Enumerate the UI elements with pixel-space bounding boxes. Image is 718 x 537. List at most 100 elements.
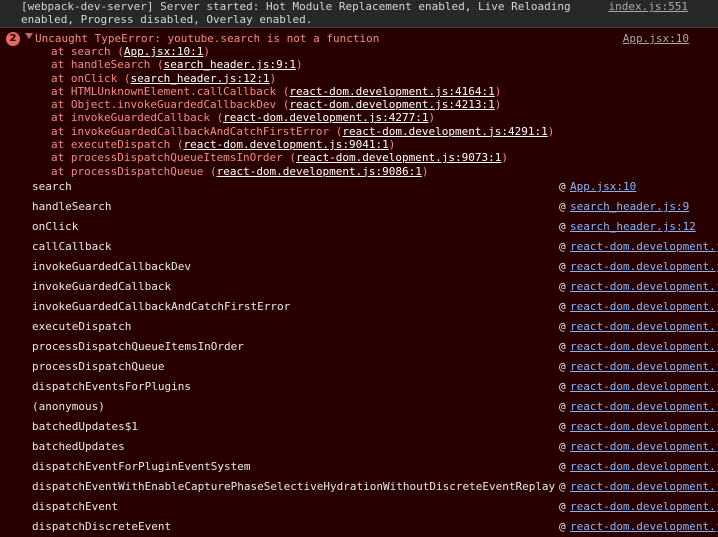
call-frame-row[interactable]: dispatchEventsForPlugins @ react-dom.devel… bbox=[0, 377, 718, 397]
stack-trace-line: at Object.invokeGuardedCallbackDev (reac… bbox=[51, 98, 554, 111]
call-frame-at-symbol: @ bbox=[559, 440, 566, 453]
call-frame-at-symbol: @ bbox=[559, 180, 566, 193]
call-frame-function: invokeGuardedCallback bbox=[32, 280, 172, 293]
stack-trace-location-link[interactable]: react-dom.development.js:4213:1 bbox=[289, 98, 494, 111]
call-frame-at-symbol: @ bbox=[559, 300, 566, 313]
call-frame-row[interactable]: callCallback @ react-dom.development.js bbox=[0, 237, 718, 257]
call-frame-function: dispatchEventWithEnableCapturePhaseSelec… bbox=[32, 480, 556, 493]
error-stack-trace: at search (App.jsx:10:1) at handleSearch … bbox=[51, 45, 554, 178]
call-frame-row[interactable]: dispatchEvent @ react-dom.development.js bbox=[0, 497, 718, 517]
call-frame-at-symbol: @ bbox=[559, 520, 566, 533]
stack-trace-function: at HTMLUnknownElement.callCallback ( bbox=[51, 84, 290, 98]
call-frame-function: callCallback bbox=[32, 240, 112, 253]
call-stack-frames: search @ App.jsx:10 handleSearch @ search_hea… bbox=[0, 177, 718, 537]
call-frame-at-symbol: @ bbox=[559, 280, 566, 293]
call-frame-source-link[interactable]: react-dom.development.js bbox=[570, 260, 718, 274]
error-count-badge: 2 bbox=[6, 32, 20, 46]
call-frame-function: handleSearch bbox=[32, 200, 112, 213]
call-frame-row[interactable]: executeDispatch @ react-dom.development.js bbox=[0, 317, 718, 337]
stack-trace-location-link[interactable]: react-dom.development.js:9073:1 bbox=[296, 151, 501, 164]
info-source-link[interactable]: index.js:551 bbox=[609, 0, 688, 13]
stack-trace-close-paren: ) bbox=[547, 124, 555, 138]
stack-trace-location-link[interactable]: react-dom.development.js:9086:1 bbox=[217, 165, 422, 178]
stack-trace-location-link[interactable]: react-dom.development.js:9041:1 bbox=[183, 138, 388, 151]
stack-trace-location-link[interactable]: search_header.js:12:1 bbox=[130, 72, 269, 85]
call-frame-function: invokeGuardedCallbackDev bbox=[32, 260, 191, 273]
call-frame-function: batchedUpdates bbox=[32, 440, 125, 453]
call-frame-row[interactable]: search @ App.jsx:10 bbox=[0, 177, 718, 197]
call-frame-row[interactable]: handleSearch @ search_header.js:9 bbox=[0, 197, 718, 217]
error-source-link[interactable]: App.jsx:10 bbox=[623, 32, 689, 45]
call-frame-function: search bbox=[32, 180, 72, 193]
call-frame-at-symbol: @ bbox=[559, 240, 566, 253]
call-frame-row[interactable]: dispatchEventForPluginEventSystem @ react-… bbox=[0, 457, 718, 477]
call-frame-function: executeDispatch bbox=[32, 320, 132, 333]
call-frame-row[interactable]: invokeGuardedCallbackAndCatchFirstError @… bbox=[0, 297, 718, 317]
stack-trace-line: at invokeGuardedCallbackAndCatchFirstErr… bbox=[51, 125, 554, 138]
stack-trace-line: at processDispatchQueue (react-dom.devel… bbox=[51, 165, 554, 178]
call-frame-function: invokeGuardedCallbackAndCatchFirstError bbox=[32, 300, 291, 313]
call-frame-at-symbol: @ bbox=[559, 480, 566, 493]
call-frame-source-link[interactable]: react-dom.development.js bbox=[570, 460, 718, 474]
call-frame-row[interactable]: dispatchEventWithEnableCapturePhaseSelec… bbox=[0, 477, 718, 497]
stack-trace-function: at search ( bbox=[51, 45, 124, 58]
call-frame-source-link[interactable]: react-dom.development.js bbox=[570, 280, 718, 294]
stack-trace-close-paren: ) bbox=[428, 111, 436, 125]
call-frame-function: processDispatchQueue bbox=[32, 360, 165, 373]
stack-trace-close-paren: ) bbox=[388, 138, 396, 152]
stack-trace-location-link[interactable]: react-dom.development.js:4277:1 bbox=[223, 111, 428, 124]
call-frame-row[interactable]: dispatchDiscreteEvent @ react-dom.developm… bbox=[0, 517, 718, 537]
stack-trace-function: at executeDispatch ( bbox=[51, 138, 184, 152]
call-frame-source-link[interactable]: react-dom.development.js bbox=[570, 360, 718, 374]
call-frame-at-symbol: @ bbox=[559, 220, 566, 233]
call-frame-row[interactable]: (anonymous) @ react-dom.development.js bbox=[0, 397, 718, 417]
call-frame-row[interactable]: processDispatchQueueItemsInOrder @ react-d… bbox=[0, 337, 718, 357]
stack-trace-location-link[interactable]: search_header.js:9:1 bbox=[164, 58, 296, 71]
call-frame-function: batchedUpdates$1 bbox=[32, 420, 138, 433]
stack-trace-close-paren: ) bbox=[203, 45, 210, 58]
call-frame-row[interactable]: processDispatchQueue @ react-dom.developme… bbox=[0, 357, 718, 377]
call-frame-at-symbol: @ bbox=[559, 380, 566, 393]
stack-trace-line: at search (App.jsx:10:1) bbox=[51, 45, 554, 58]
stack-trace-function: at processDispatchQueueItemsInOrder ( bbox=[51, 151, 297, 165]
call-frame-source-link[interactable]: react-dom.development.js bbox=[570, 520, 718, 534]
call-frame-source-link[interactable]: react-dom.development.js bbox=[570, 500, 718, 514]
call-frame-row[interactable]: onClick @ search_header.js:12 bbox=[0, 217, 718, 237]
stack-trace-close-paren: ) bbox=[494, 98, 502, 112]
stack-trace-function: at invokeGuardedCallback ( bbox=[51, 111, 224, 125]
stack-trace-line: at processDispatchQueueItemsInOrder (rea… bbox=[51, 151, 554, 164]
triangle-down-icon[interactable] bbox=[25, 33, 33, 39]
call-frame-source-link[interactable]: react-dom.development.js bbox=[570, 380, 718, 394]
call-frame-row[interactable]: batchedUpdates @ react-dom.development.js bbox=[0, 437, 718, 457]
call-frame-source-link[interactable]: App.jsx:10 bbox=[570, 180, 718, 194]
stack-trace-location-link[interactable]: react-dom.development.js:4291:1 bbox=[342, 125, 547, 138]
stack-trace-line: at invokeGuardedCallback (react-dom.deve… bbox=[51, 111, 554, 124]
console-info-message: [webpack-dev-server] Server started: Hot… bbox=[0, 0, 718, 28]
call-frame-row[interactable]: batchedUpdates$1 @ react-dom.development.j… bbox=[0, 417, 718, 437]
stack-trace-line: at handleSearch (search_header.js:9:1) bbox=[51, 58, 554, 71]
call-frame-source-link[interactable]: search_header.js:12 bbox=[570, 220, 718, 234]
call-frame-source-link[interactable]: react-dom.development.js bbox=[570, 440, 718, 454]
stack-trace-line: at executeDispatch (react-dom.developmen… bbox=[51, 138, 554, 151]
call-frame-source-link[interactable]: react-dom.development.js bbox=[570, 300, 718, 314]
call-frame-row[interactable]: invokeGuardedCallbackDev @ react-dom.devel… bbox=[0, 257, 718, 277]
call-frame-source-link[interactable]: react-dom.development.js bbox=[570, 320, 718, 334]
stack-trace-location-link[interactable]: App.jsx:10:1 bbox=[124, 45, 203, 58]
call-frame-source-link[interactable]: react-dom.development.js bbox=[570, 240, 718, 254]
call-frame-source-link[interactable]: react-dom.development.js bbox=[570, 420, 718, 434]
call-frame-source-link[interactable]: react-dom.development.js bbox=[570, 340, 718, 354]
call-frame-source-link[interactable]: react-dom.development.js bbox=[570, 400, 718, 414]
call-frame-at-symbol: @ bbox=[559, 340, 566, 353]
call-frame-function: dispatchEventForPluginEventSystem bbox=[32, 460, 251, 473]
error-message-text[interactable]: Uncaught TypeError: youtube.search is no… bbox=[35, 32, 379, 45]
stack-trace-close-paren: ) bbox=[501, 151, 508, 165]
stack-trace-line: at HTMLUnknownElement.callCallback (reac… bbox=[51, 85, 554, 98]
call-frame-source-link[interactable]: search_header.js:9 bbox=[570, 200, 718, 214]
call-frame-function: dispatchEvent bbox=[32, 500, 119, 513]
call-frame-at-symbol: @ bbox=[559, 460, 566, 473]
call-frame-source-link[interactable]: react-dom.development.js bbox=[570, 480, 718, 494]
stack-trace-line: at onClick (search_header.js:12:1) bbox=[51, 72, 554, 85]
call-frame-row[interactable]: invokeGuardedCallback @ react-dom.developm… bbox=[0, 277, 718, 297]
stack-trace-function: at invokeGuardedCallbackAndCatchFirstErr… bbox=[51, 124, 343, 138]
stack-trace-location-link[interactable]: react-dom.development.js:4164:1 bbox=[289, 85, 494, 98]
